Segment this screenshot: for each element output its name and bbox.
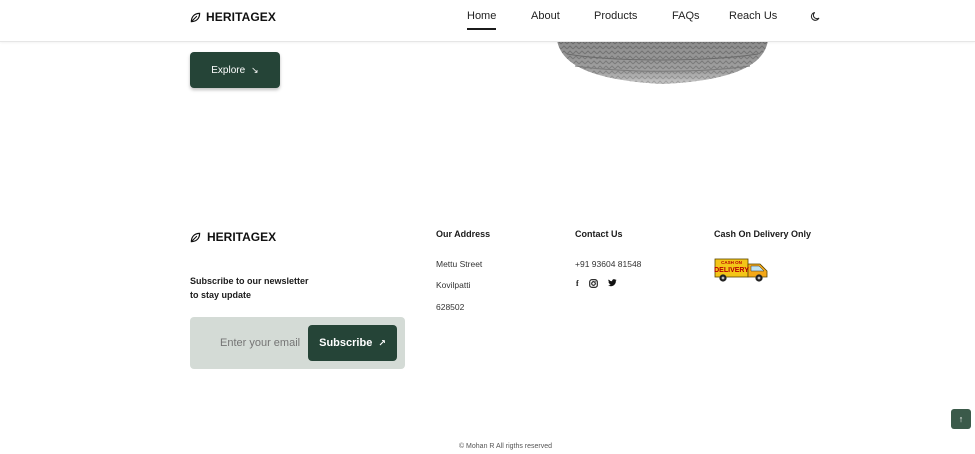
top-navbar: HERITAGEX Home About Products FAQs Reach… (0, 0, 975, 42)
newsletter-text: Subscribe to our newsletter to stay upda… (190, 274, 340, 302)
subscribe-label: Subscribe (319, 337, 373, 349)
nav-link-home[interactable]: Home (467, 10, 497, 30)
explore-label: Explore (211, 64, 246, 76)
nav-link-faqs[interactable]: FAQs (672, 10, 700, 22)
nav-link-products[interactable]: Products (594, 10, 637, 22)
dark-mode-moon-icon[interactable] (810, 11, 821, 22)
arrow-down-right-icon: ↘ (251, 64, 259, 75)
subscribe-button[interactable]: Subscribe ↗ (308, 325, 397, 361)
truck-badge-bottom: DELIVERY (714, 267, 749, 274)
newsletter-line-1: Subscribe to our newsletter (190, 276, 309, 286)
address-heading: Our Address (436, 229, 491, 239)
scroll-to-top-button[interactable]: ↑ (951, 409, 971, 429)
leaf-icon (190, 232, 201, 242)
delivery-heading: Cash On Delivery Only (714, 229, 812, 239)
social-links: f (576, 279, 617, 290)
contact-heading: Contact Us (575, 229, 623, 239)
newsletter-line-2: to stay update (190, 290, 252, 300)
address-line-pincode: 628502 (436, 302, 465, 312)
nav-link-about[interactable]: About (531, 10, 560, 22)
arrow-up-icon: ↑ (958, 414, 964, 424)
cash-on-delivery-truck-image: CASH ON DELIVERY (714, 258, 768, 282)
facebook-icon[interactable]: f (576, 279, 579, 290)
email-input[interactable] (220, 334, 300, 352)
nav-link-reach-us[interactable]: Reach Us (729, 10, 777, 22)
arrow-up-right-icon: ↗ (378, 337, 386, 348)
brand-name: HERITAGEX (206, 10, 277, 24)
contact-phone: +91 93604 81548 (575, 259, 642, 269)
leaf-icon (190, 12, 201, 22)
address-line-street: Mettu Street (436, 259, 483, 269)
explore-button[interactable]: Explore ↘ (190, 52, 280, 88)
instagram-icon[interactable] (588, 279, 598, 290)
rope-basket-image (557, 40, 768, 84)
address-line-city: Kovilpatti (436, 280, 471, 290)
brand-logo[interactable]: HERITAGEX (190, 10, 276, 24)
footer-brand-logo[interactable]: HERITAGEX (190, 230, 276, 244)
footer-brand-name: HERITAGEX (207, 230, 277, 244)
twitter-icon[interactable] (607, 279, 617, 290)
copyright-text: © Mohan R All rigths reserved (458, 443, 553, 450)
newsletter-form: Subscribe ↗ (190, 317, 405, 369)
truck-badge-top: CASH ON (721, 260, 742, 265)
